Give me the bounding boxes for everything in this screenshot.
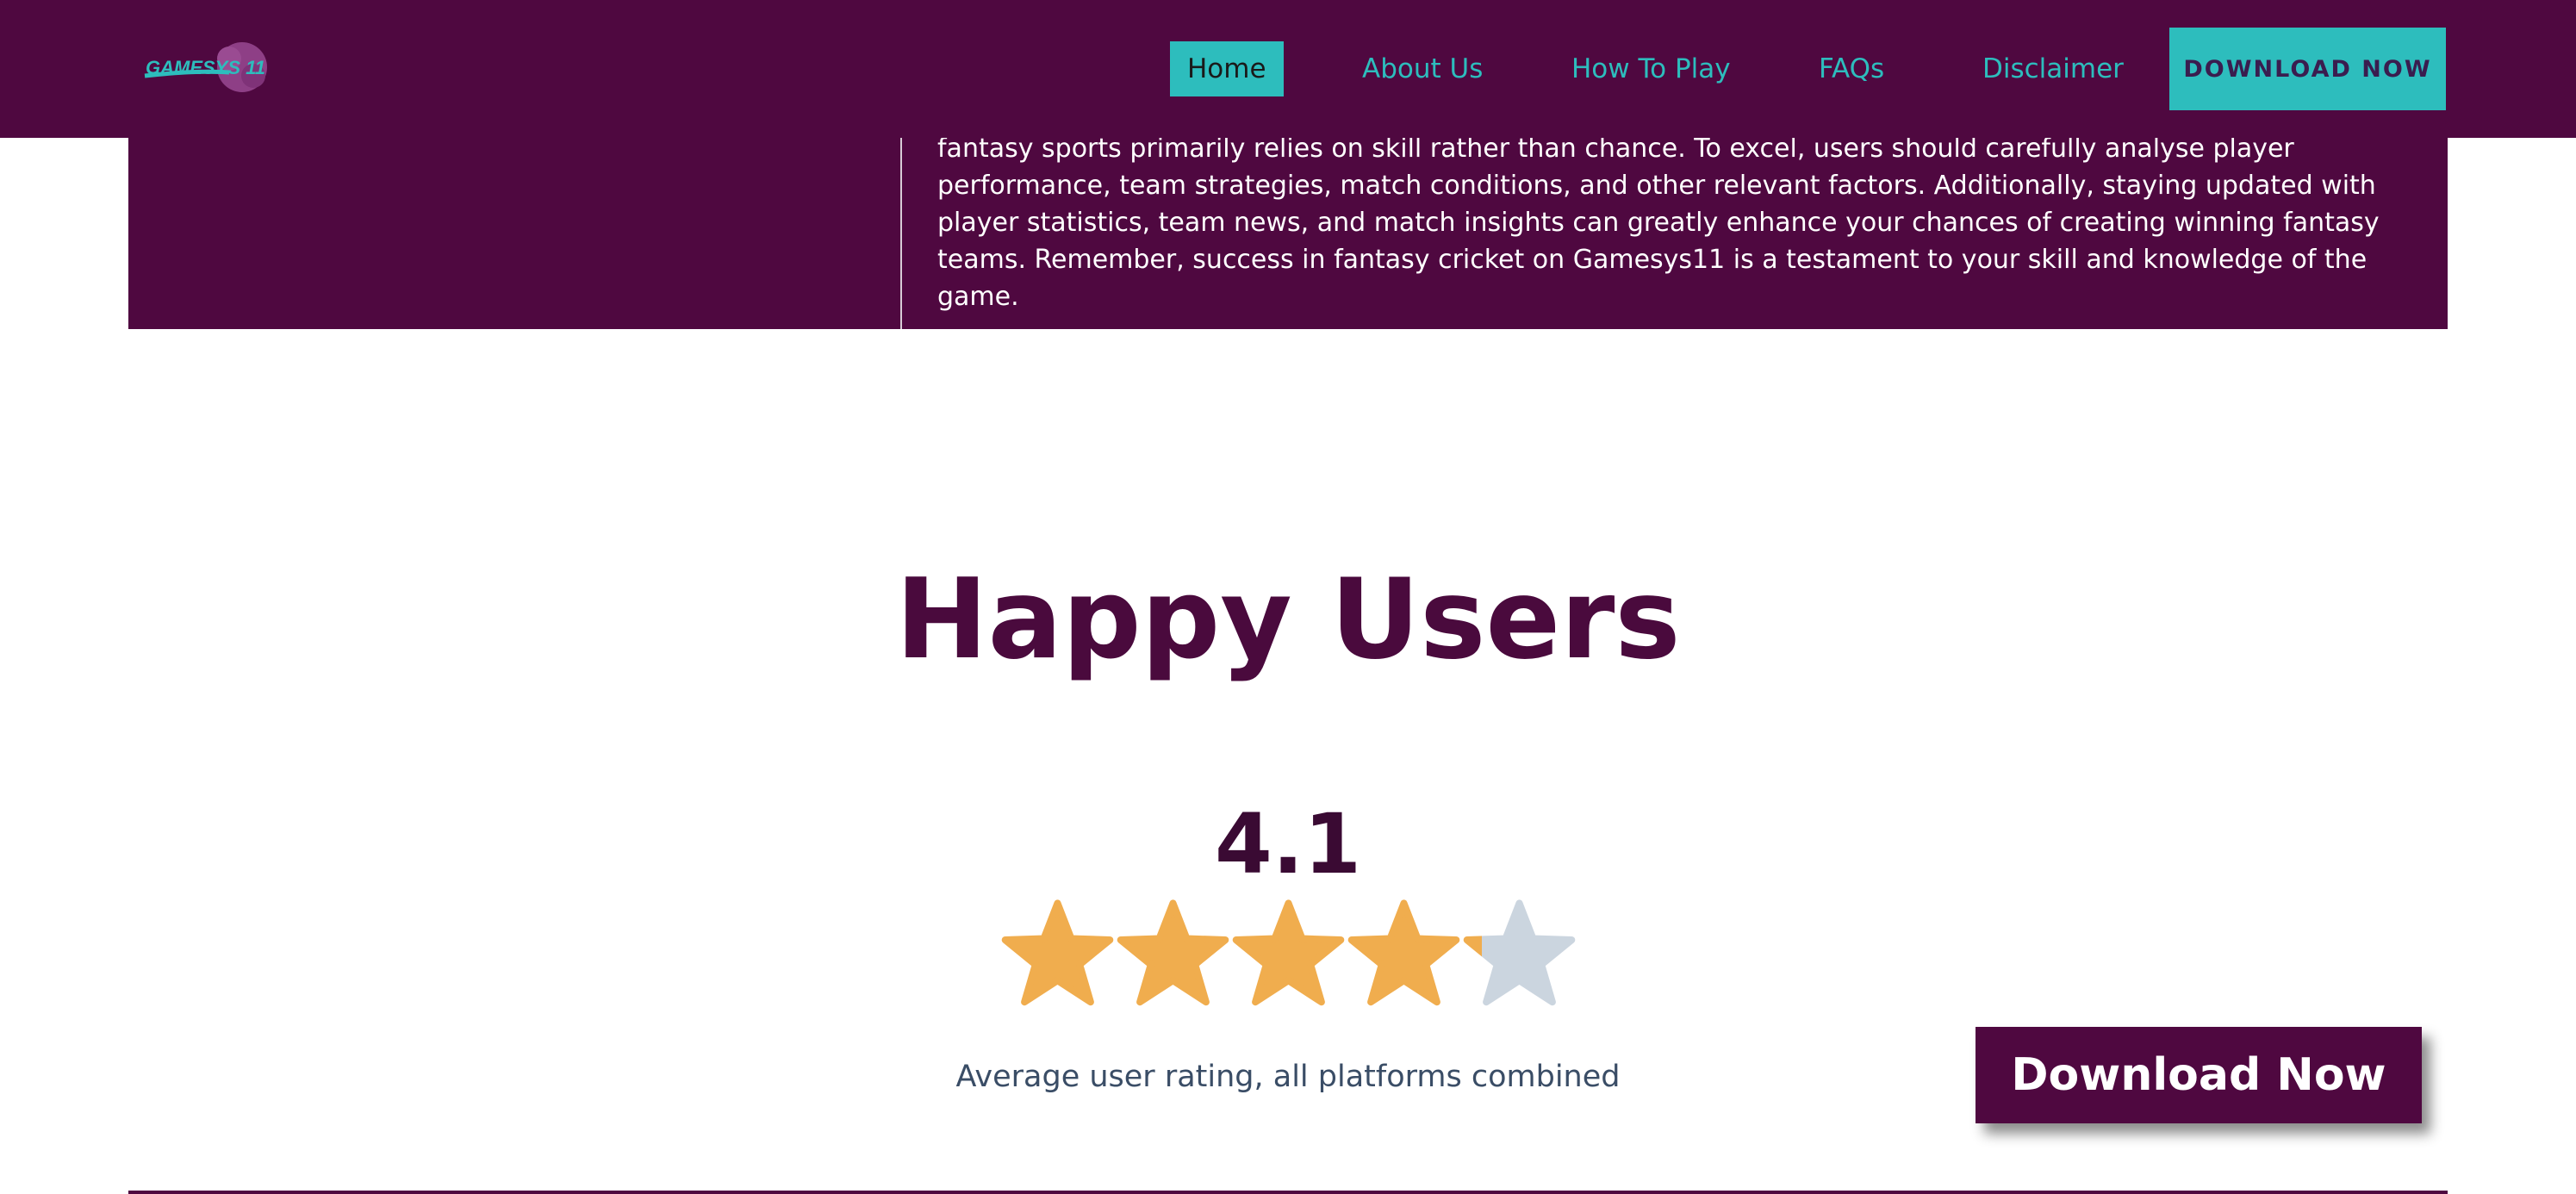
star-icon xyxy=(1001,899,1114,1006)
nav-home[interactable]: Home xyxy=(1170,41,1284,96)
star-icon xyxy=(1463,899,1576,1006)
content-paragraph: fantasy sports primarily relies on skill… xyxy=(937,134,2380,312)
rating-stars xyxy=(999,899,1577,1015)
footer-edge xyxy=(128,1191,2448,1194)
nav-about-us[interactable]: About Us xyxy=(1362,41,1483,96)
nav-how-to-play[interactable]: How To Play xyxy=(1571,41,1731,96)
header-download-button[interactable]: DOWNLOAD NOW xyxy=(2169,28,2446,110)
rating-value: 4.1 xyxy=(1214,796,1362,892)
download-now-button[interactable]: Download Now xyxy=(1976,1027,2422,1123)
star-icon xyxy=(1117,899,1229,1006)
nav-disclaimer[interactable]: Disclaimer xyxy=(1982,41,2124,96)
site-header: GAMESYS 11 Home About Us How To Play FAQ… xyxy=(0,0,2576,138)
star-icon xyxy=(1347,899,1460,1006)
happy-users-title: Happy Users xyxy=(895,556,1681,684)
nav-faqs[interactable]: FAQs xyxy=(1819,41,1884,96)
star-icon xyxy=(1232,899,1345,1006)
